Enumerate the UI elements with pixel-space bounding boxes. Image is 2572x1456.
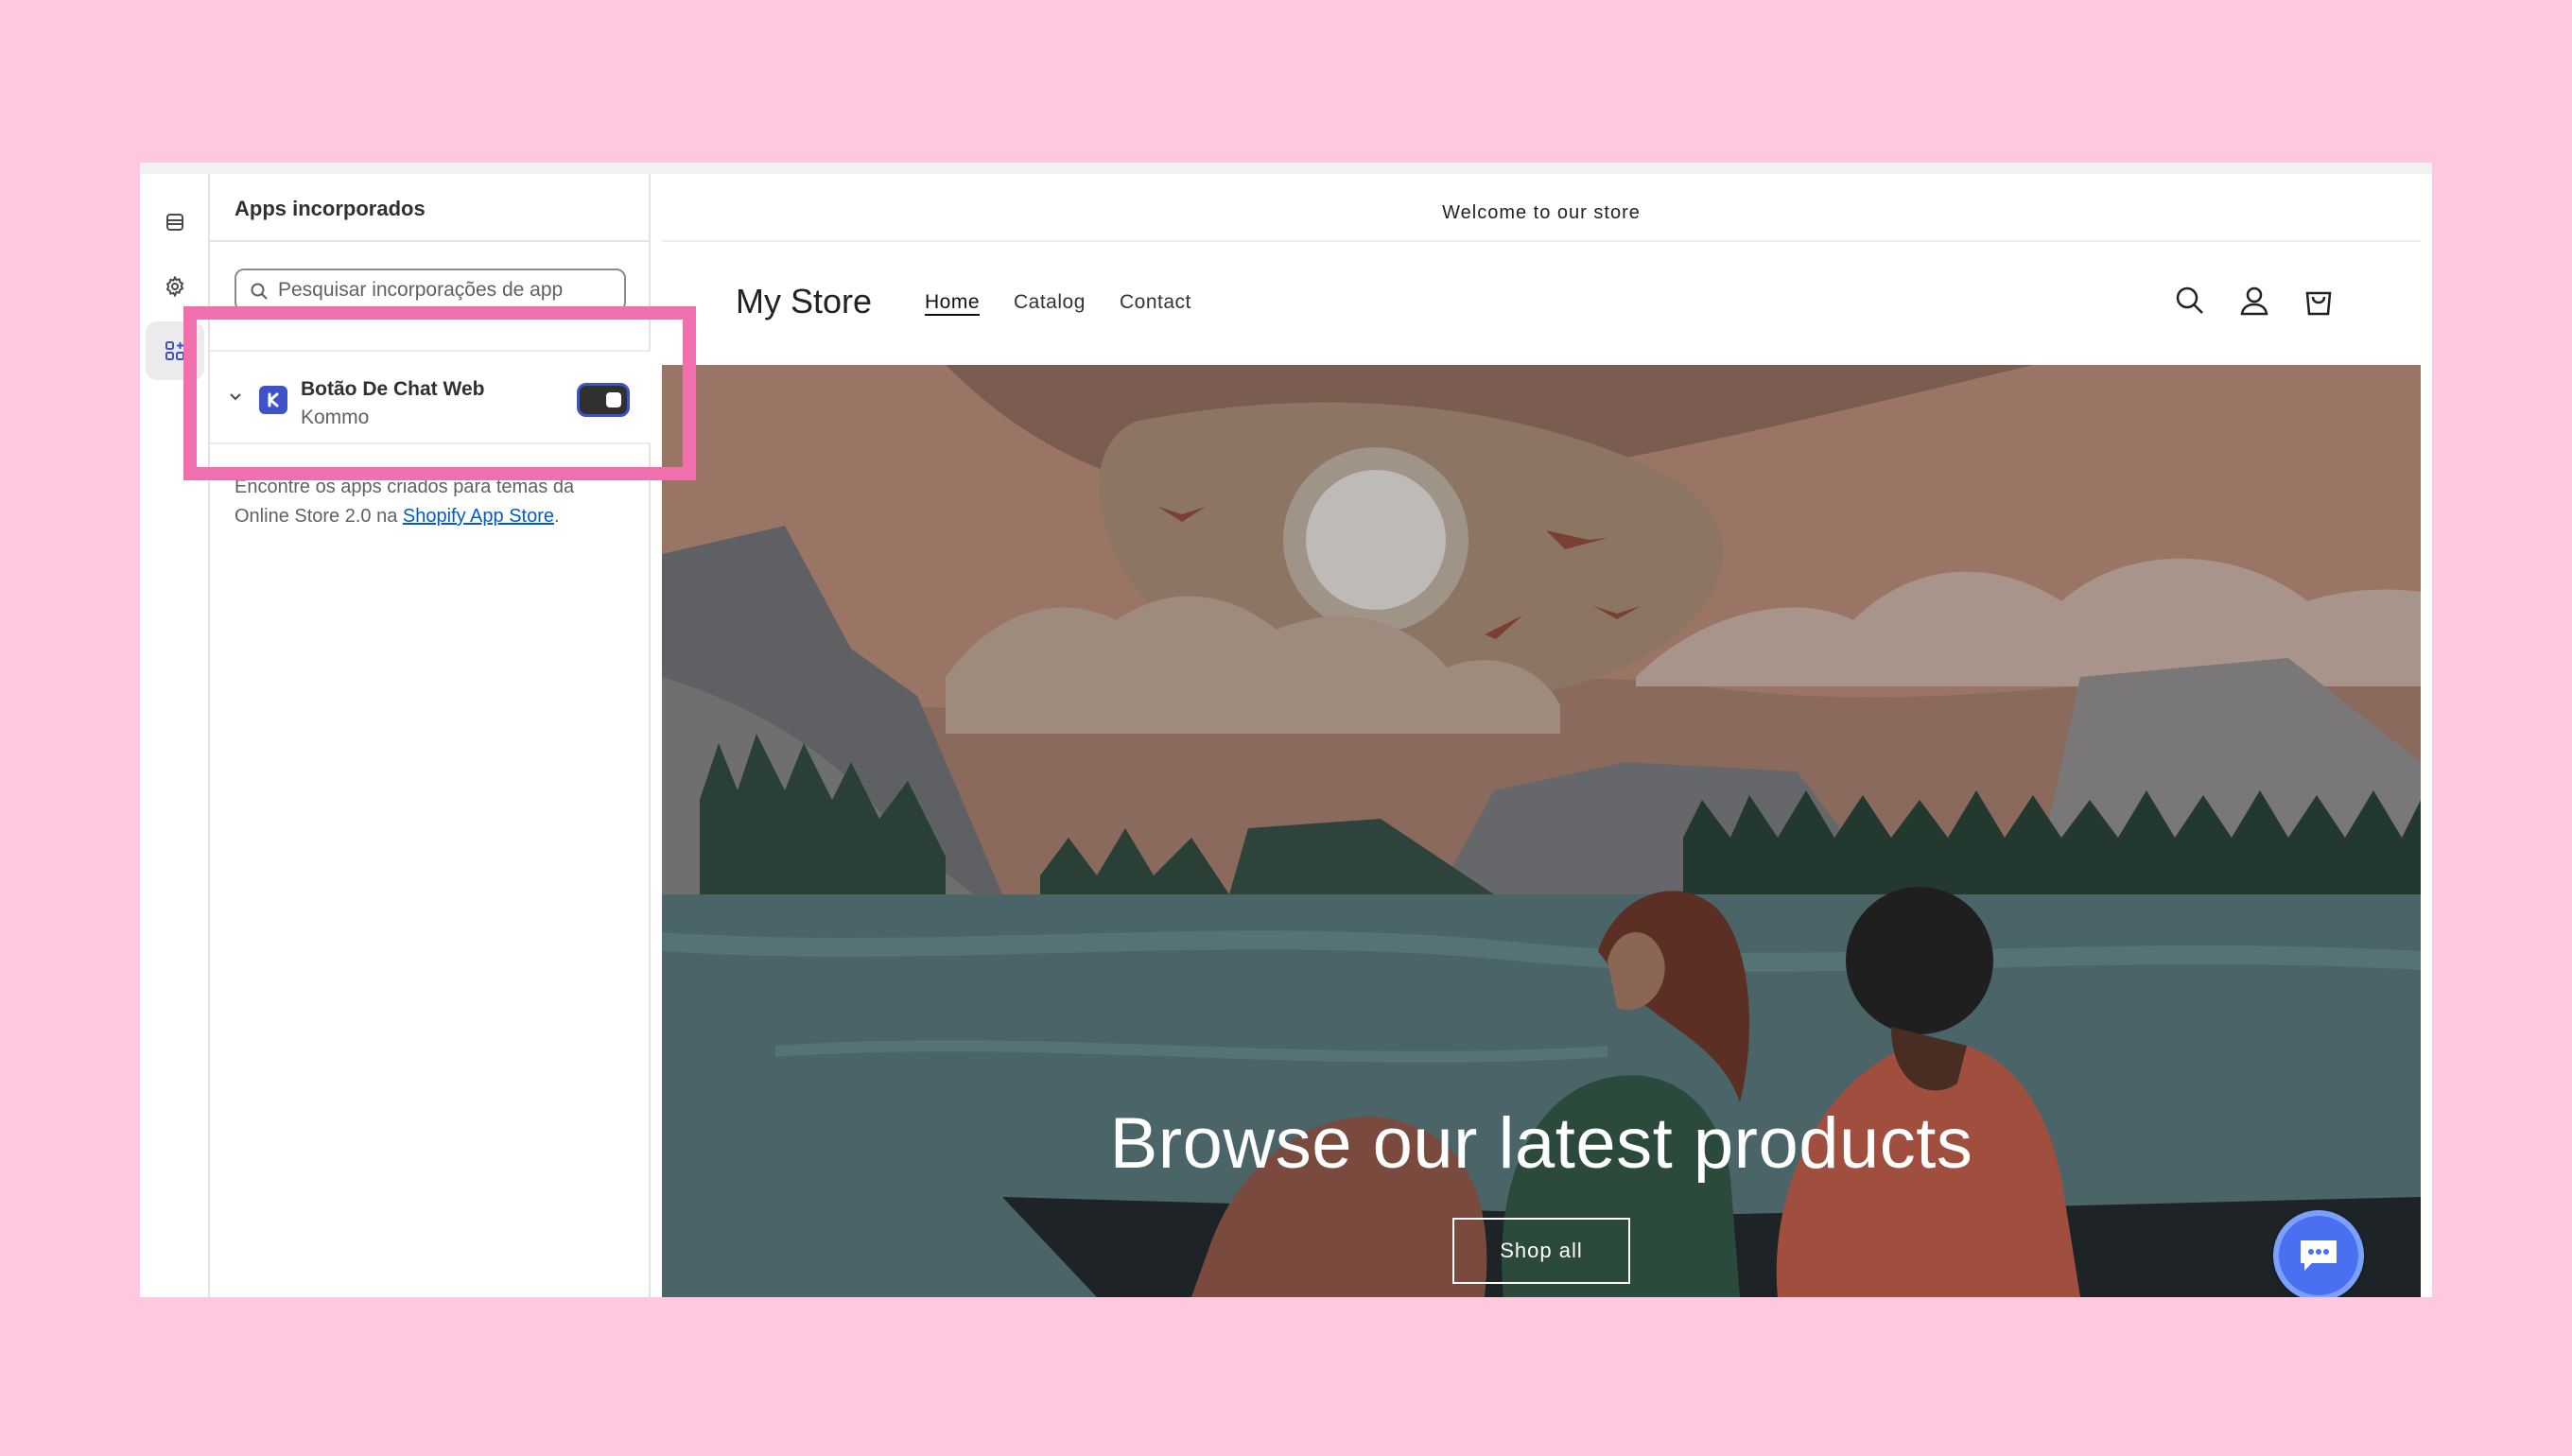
help-text: Encontre os apps criados para temas da O… — [235, 473, 632, 531]
chat-widget-button[interactable] — [2273, 1210, 2364, 1297]
nav-home[interactable]: Home — [925, 291, 980, 314]
search-input[interactable] — [278, 278, 615, 303]
shopify-app-store-link[interactable]: Shopify App Store — [403, 506, 554, 527]
help-suffix: . — [554, 506, 560, 527]
nav-catalog[interactable]: Catalog — [1014, 291, 1086, 314]
search-icon — [251, 283, 268, 300]
search-icon[interactable] — [2173, 284, 2207, 318]
rail-sections-button[interactable] — [146, 193, 204, 251]
nav-contact[interactable]: Contact — [1120, 291, 1191, 314]
account-icon[interactable] — [2237, 284, 2271, 318]
sections-icon — [166, 214, 183, 231]
store-header: My Store Home Catalog Contact — [662, 242, 2421, 365]
top-divider — [140, 163, 2432, 174]
cart-icon[interactable] — [2302, 284, 2336, 318]
store-logo-text[interactable]: My Store — [736, 282, 872, 321]
storefront-preview: Welcome to our store My Store Home Catal… — [662, 185, 2421, 1297]
hero-title: Browse our latest products — [1109, 1103, 1973, 1184]
announcement-bar: Welcome to our store — [662, 185, 2421, 242]
shop-all-button[interactable]: Shop all — [1452, 1218, 1630, 1284]
panel-divider — [210, 240, 649, 242]
panel-title: Apps incorporados — [235, 197, 426, 220]
hero-banner: Browse our latest products Shop all — [662, 365, 2421, 1297]
settings-gear-icon — [165, 275, 184, 298]
highlight-box — [183, 306, 696, 480]
chat-bubble-icon — [2301, 1240, 2337, 1271]
